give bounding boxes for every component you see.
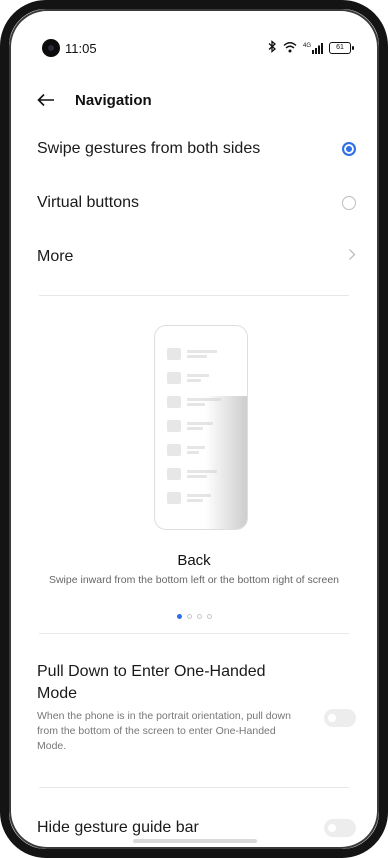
option-label: Virtual buttons <box>37 194 139 211</box>
option-swipe-gestures[interactable]: Swipe gestures from both sides <box>37 129 356 169</box>
gesture-description: Swipe inward from the bottom left or the… <box>48 574 340 586</box>
hide-guide-bar-title: Hide gesture guide bar <box>37 819 199 836</box>
status-bar: 11:05 4G 61 <box>37 39 354 61</box>
illustration-row <box>167 372 209 384</box>
divider <box>39 295 349 296</box>
more-item[interactable]: More <box>37 237 356 277</box>
page-title: Navigation <box>75 91 152 109</box>
radio-selected-icon[interactable] <box>342 142 356 156</box>
network-label: 4G <box>302 42 311 49</box>
radio-unselected-icon[interactable] <box>342 196 356 210</box>
wifi-icon <box>283 41 297 56</box>
status-time: 11:05 <box>65 41 97 56</box>
back-arrow-icon[interactable] <box>35 89 57 111</box>
page-dot-active[interactable] <box>176 614 182 619</box>
illustration-row <box>167 348 217 360</box>
battery-icon: 61 <box>329 42 354 54</box>
gesture-illustration <box>154 325 248 530</box>
page-dot[interactable] <box>196 614 202 619</box>
cellular-icon: 4G <box>302 42 323 54</box>
option-virtual-buttons[interactable]: Virtual buttons <box>37 183 356 223</box>
header: Navigation <box>35 89 152 111</box>
divider <box>39 633 349 634</box>
chevron-right-icon <box>348 248 356 266</box>
hide-guide-bar-toggle[interactable] <box>324 819 356 837</box>
option-label: Swipe gestures from both sides <box>37 140 261 157</box>
divider <box>39 787 349 788</box>
phone-frame: 11:05 4G 61 Navigation Swipe gestures fr… <box>0 0 388 858</box>
bluetooth-icon <box>267 40 277 56</box>
home-indicator[interactable] <box>133 839 257 843</box>
status-icons: 4G 61 <box>267 40 354 56</box>
illustration-row <box>167 444 205 456</box>
screen: 11:05 4G 61 Navigation Swipe gestures fr… <box>9 9 379 849</box>
swipe-shade <box>205 396 247 529</box>
page-dot[interactable] <box>206 614 212 619</box>
one-handed-toggle[interactable] <box>324 709 356 727</box>
page-dot[interactable] <box>186 614 192 619</box>
one-handed-title: Pull Down to Enter One-Handed Mode <box>37 663 266 702</box>
front-camera <box>42 39 60 57</box>
one-handed-description: When the phone is in the portrait orient… <box>37 710 291 752</box>
page-indicator[interactable] <box>9 614 379 619</box>
gesture-title: Back <box>177 552 211 569</box>
more-label: More <box>37 248 74 265</box>
